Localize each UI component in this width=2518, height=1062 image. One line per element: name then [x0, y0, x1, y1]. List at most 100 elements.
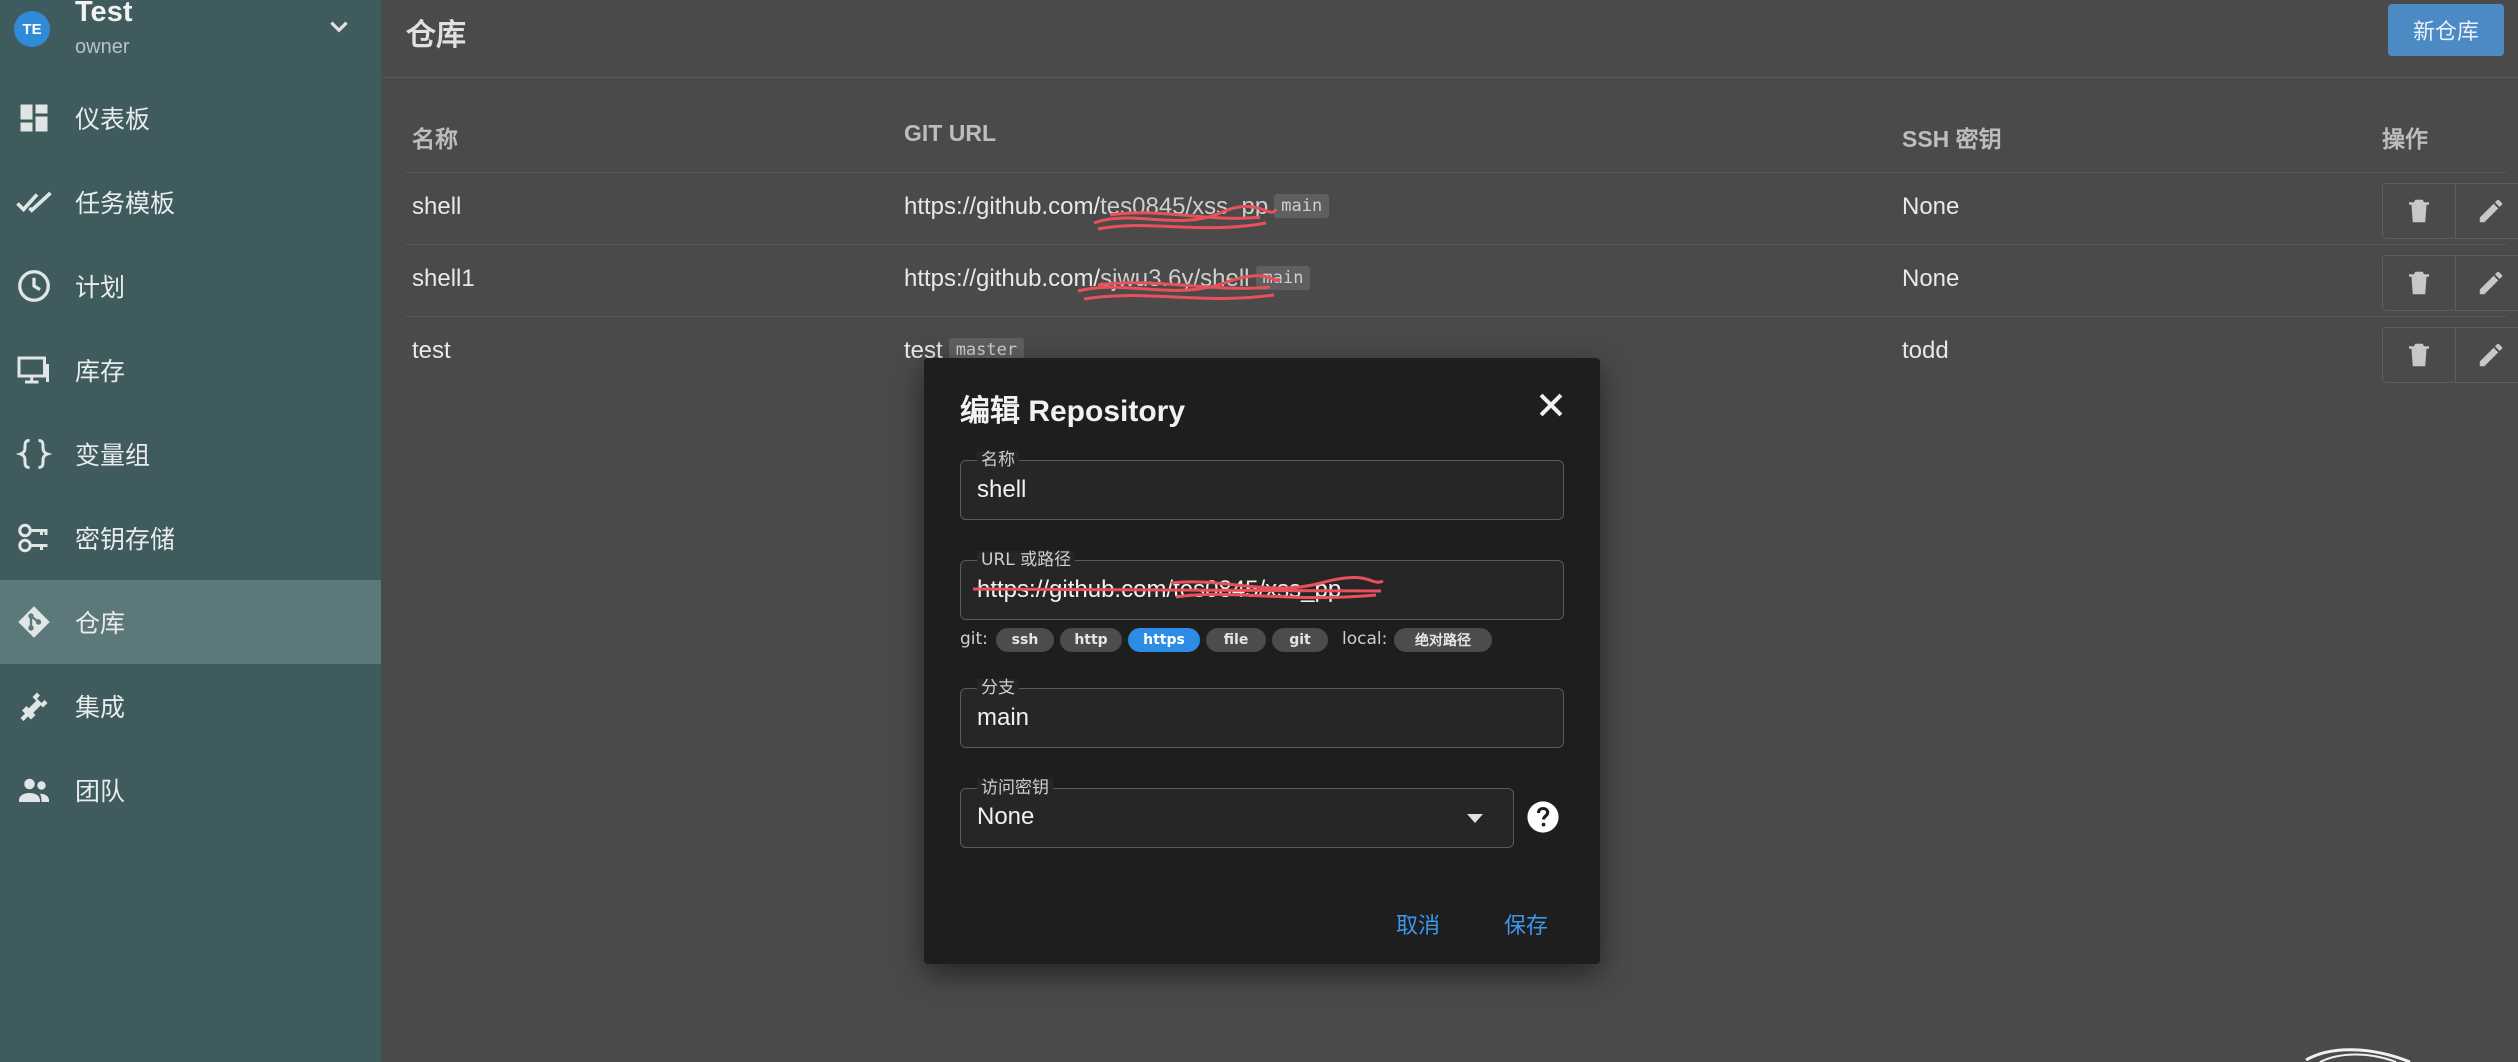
access-key-value: None: [977, 803, 1035, 830]
edit-button[interactable]: [2455, 184, 2518, 238]
access-key-select[interactable]: 访问密钥 None: [960, 779, 1514, 848]
sidebar: TE Test owner 仪表板 任务模板 计划 库存 变量组 密钥存储 仓库…: [0, 0, 382, 1062]
plug-icon: [20, 692, 48, 721]
clock-icon: [18, 270, 50, 302]
pencil-icon: [2479, 343, 2503, 367]
redaction-scribble: [1093, 204, 1278, 231]
people-icon: [19, 778, 49, 802]
caret-down-icon: [1467, 814, 1483, 823]
branch-field-label: 分支: [977, 679, 1019, 697]
edit-button[interactable]: [2455, 256, 2518, 310]
local-label: local:: [1342, 629, 1388, 649]
edit-repository-dialog: 编辑 Repository 名称 URL 或路径 git: ssh http h…: [924, 358, 1600, 964]
edit-button[interactable]: [2455, 328, 2518, 382]
sidebar-item-label: 仓库: [75, 609, 126, 638]
repo-url-text: https://github.com/: [904, 193, 1101, 220]
team-avatar: TE: [14, 11, 50, 47]
help-icon[interactable]: [1526, 800, 1560, 834]
row-actions: [2382, 327, 2518, 383]
pencil-icon: [2479, 271, 2503, 295]
save-button[interactable]: 保存: [1504, 908, 1548, 940]
repo-ssh-key: todd: [1902, 337, 1949, 364]
url-input[interactable]: [977, 573, 1537, 607]
sidebar-item-label: 计划: [75, 273, 126, 302]
url-field-label: URL 或路径: [977, 551, 1076, 569]
protocol-http-chip[interactable]: http: [1060, 628, 1122, 652]
branch-field: 分支: [960, 679, 1564, 748]
braces-icon: [16, 439, 52, 469]
sidebar-item-variables[interactable]: 变量组: [0, 412, 381, 496]
close-icon[interactable]: [1534, 388, 1568, 422]
trash-icon: [2409, 343, 2429, 367]
trash-icon: [2409, 271, 2429, 295]
repo-name: test: [412, 337, 451, 364]
repo-url: https://github.com/tes0845/xss_pp main: [904, 193, 1330, 231]
url-field: URL 或路径: [960, 551, 1564, 620]
sidebar-item-label: 库存: [75, 357, 126, 386]
repo-ssh-key: None: [1902, 265, 1960, 292]
protocol-ssh-chip[interactable]: ssh: [996, 628, 1054, 652]
sidebar-item-templates[interactable]: 任务模板: [0, 160, 381, 244]
chevron-down-icon[interactable]: [326, 14, 352, 40]
sidebar-item-repositories[interactable]: 仓库: [0, 580, 381, 664]
sidebar-nav: 仪表板 任务模板 计划 库存 变量组 密钥存储 仓库 集成 团队: [0, 76, 381, 832]
sidebar-item-label: 团队: [75, 777, 126, 806]
pencil-icon: [2479, 199, 2503, 223]
sidebar-item-keys[interactable]: 密钥存储: [0, 496, 381, 580]
row-actions: [2382, 255, 2518, 311]
branch-input[interactable]: [977, 701, 1537, 735]
sidebar-item-label: 密钥存储: [75, 525, 176, 554]
redaction-scribble: [1077, 274, 1282, 301]
name-field-label: 名称: [977, 451, 1019, 469]
row-actions: [2382, 183, 2518, 239]
table-row: shell https://github.com/tes0845/xss_pp m…: [406, 172, 2518, 245]
delete-button[interactable]: [2383, 328, 2456, 382]
delete-button[interactable]: [2383, 256, 2456, 310]
team-role: owner: [75, 36, 130, 58]
column-header-git-url[interactable]: GIT URL: [904, 120, 996, 147]
repo-ssh-key: None: [1902, 193, 1960, 220]
sidebar-item-integrations[interactable]: 集成: [0, 664, 381, 748]
sidebar-item-label: 任务模板: [75, 189, 176, 218]
protocol-git-chip[interactable]: git: [1272, 628, 1328, 652]
sidebar-item-inventory[interactable]: 库存: [0, 328, 381, 412]
git-label: git:: [960, 629, 988, 649]
dialog-title: 编辑 Repository: [960, 395, 1186, 428]
keys-icon: [18, 523, 48, 553]
protocol-file-chip[interactable]: file: [1206, 628, 1266, 652]
logo-fragment-icon: [2305, 1048, 2411, 1062]
team-name: Test: [75, 0, 133, 28]
access-key-label: 访问密钥: [977, 779, 1053, 797]
double-check-icon: [16, 191, 52, 213]
delete-button[interactable]: [2383, 184, 2456, 238]
table-row: shell1 https://github.com/sjwu3.6y/shell…: [406, 244, 2518, 317]
branch-chip: main: [1274, 193, 1330, 218]
repo-name: shell1: [412, 265, 475, 292]
sidebar-item-label: 仪表板: [75, 105, 151, 134]
protocol-https-chip[interactable]: https: [1128, 628, 1200, 652]
sidebar-item-team[interactable]: 团队: [0, 748, 381, 832]
name-field: 名称: [960, 451, 1564, 520]
cancel-button[interactable]: 取消: [1396, 908, 1440, 940]
new-repository-button[interactable]: 新仓库: [2388, 4, 2504, 56]
trash-icon: [2409, 199, 2429, 223]
header-divider: [382, 77, 2518, 78]
name-input[interactable]: [977, 473, 1537, 507]
repo-url-text: https://github.com/: [904, 265, 1101, 292]
repo-name: shell: [412, 193, 462, 220]
sidebar-item-label: 集成: [75, 693, 126, 722]
page-title: 仓库: [406, 18, 466, 53]
sidebar-item-schedule[interactable]: 计划: [0, 244, 381, 328]
sidebar-item-dashboard[interactable]: 仪表板: [0, 76, 381, 160]
team-switcher[interactable]: TE Test owner: [0, 0, 381, 70]
protocol-presets: git: ssh http https file git local: 绝对路径: [960, 626, 1580, 654]
dashboard-icon: [20, 104, 48, 132]
local-absolute-path-chip[interactable]: 绝对路径: [1394, 628, 1492, 652]
column-header-name[interactable]: 名称: [412, 120, 458, 154]
column-header-actions: 操作: [2382, 126, 2428, 152]
git-icon: [18, 606, 50, 638]
repo-url: https://github.com/sjwu3.6y/shell main: [904, 265, 1311, 301]
column-header-ssh-key[interactable]: SSH 密钥: [1902, 120, 2002, 154]
monitor-icon: [17, 356, 49, 384]
sidebar-item-label: 变量组: [75, 441, 151, 470]
